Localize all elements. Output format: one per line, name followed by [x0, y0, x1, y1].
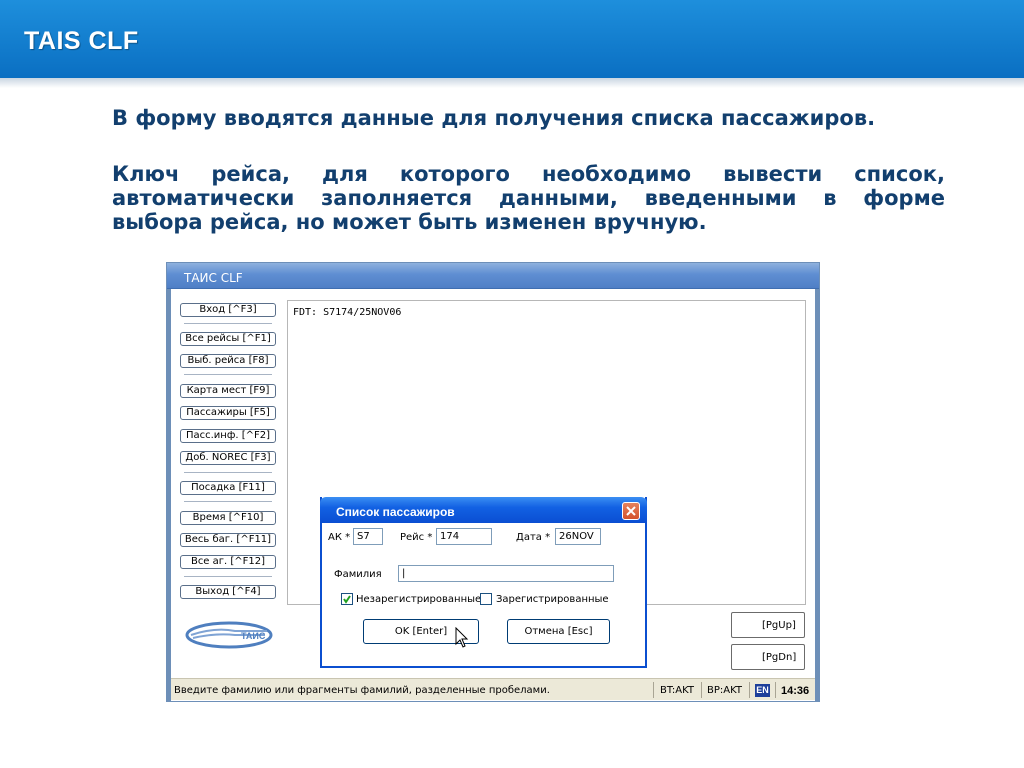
menu-separator: [184, 501, 272, 502]
menu-separator: [184, 472, 272, 473]
dialog-title: Список пассажиров: [336, 505, 455, 519]
logo-text: ТАИС: [241, 631, 266, 641]
menu-all-baggage-button[interactable]: Весь баг. [^F11]: [180, 533, 276, 547]
slide-title: TAIS CLF: [24, 27, 139, 55]
status-separator: [775, 682, 776, 698]
window-frame-right: [815, 289, 819, 701]
menu-time-button[interactable]: Время [^F10]: [180, 511, 276, 525]
menu-pass-info-button[interactable]: Пасс.инф. [^F2]: [180, 429, 276, 443]
page-up-label: [PgUp]: [762, 620, 796, 631]
slide-header-strip: [0, 78, 1024, 88]
menu-separator: [184, 323, 272, 324]
mouse-cursor-icon: [455, 627, 469, 648]
language-indicator[interactable]: EN: [755, 684, 770, 697]
menu-boarding-button[interactable]: Посадка [F11]: [180, 481, 276, 495]
menu-seat-map-button[interactable]: Карта мест [F9]: [180, 384, 276, 398]
page-down-label: [PgDn]: [762, 652, 797, 663]
close-button[interactable]: [622, 502, 640, 520]
flight-key-text: FDT: S7174/25NOV06: [293, 307, 402, 318]
page-up-button[interactable]: [PgUp]: [731, 612, 805, 638]
date-field[interactable]: 26NOV: [555, 528, 601, 545]
menu-all-agents-button[interactable]: Все аг. [^F12]: [180, 555, 276, 569]
unregistered-checkbox[interactable]: [341, 593, 353, 605]
registered-label: Зарегистрированные: [496, 594, 609, 605]
window-frame-left: [167, 289, 171, 701]
tais-logo-icon: ТАИС: [185, 621, 273, 649]
flight-label: Рейс *: [400, 532, 433, 543]
cancel-button[interactable]: Отмена [Esc]: [507, 619, 610, 644]
registered-checkbox[interactable]: [480, 593, 492, 605]
slide-paragraph-2: Ключ рейса, для которого необходимо выве…: [112, 162, 945, 234]
menu-select-flight-button[interactable]: Выб. рейса [F8]: [180, 354, 276, 368]
surname-input[interactable]: |: [398, 565, 614, 582]
menu-separator: [184, 576, 272, 577]
page-down-button[interactable]: [PgDn]: [731, 644, 805, 670]
status-separator: [653, 682, 654, 698]
status-bar: Введите фамилию или фрагменты фамилий, р…: [171, 678, 815, 700]
dialog-titlebar: Список пассажиров: [320, 497, 647, 523]
menu-passengers-button[interactable]: Пассажиры [F5]: [180, 406, 276, 420]
status-bt: BT:AKT: [660, 685, 694, 696]
flight-field[interactable]: 174: [436, 528, 492, 545]
surname-label: Фамилия: [334, 569, 382, 580]
menu-exit-button[interactable]: Выход [^F4]: [180, 585, 276, 599]
menu-all-flights-button[interactable]: Все рейсы [^F1]: [180, 332, 276, 346]
status-message: Введите фамилию или фрагменты фамилий, р…: [174, 685, 550, 696]
slide-paragraph-1: В форму вводятся данные для получения сп…: [112, 106, 876, 130]
app-titlebar: ТАИС CLF: [167, 263, 819, 289]
menu-add-norec-button[interactable]: Доб. NOREC [F3]: [180, 451, 276, 465]
passenger-list-dialog: Список пассажиров АК * S7 Рейс * 174 Дат…: [320, 497, 647, 668]
date-label: Дата *: [516, 532, 551, 543]
checkmark-icon: [343, 595, 351, 604]
menu-separator: [184, 374, 272, 375]
status-clock: 14:36: [781, 685, 810, 697]
close-icon: [626, 506, 636, 516]
slide-header: TAIS CLF: [0, 0, 1024, 78]
unregistered-label: Незарегистрированные: [356, 594, 482, 605]
airline-label: АК *: [328, 532, 351, 543]
status-separator: [701, 682, 702, 698]
app-title: ТАИС CLF: [184, 271, 243, 285]
status-bp: BP:AKT: [707, 685, 742, 696]
menu-login-button[interactable]: Вход [^F3]: [180, 303, 276, 317]
airline-field[interactable]: S7: [353, 528, 383, 545]
status-separator: [749, 682, 750, 698]
